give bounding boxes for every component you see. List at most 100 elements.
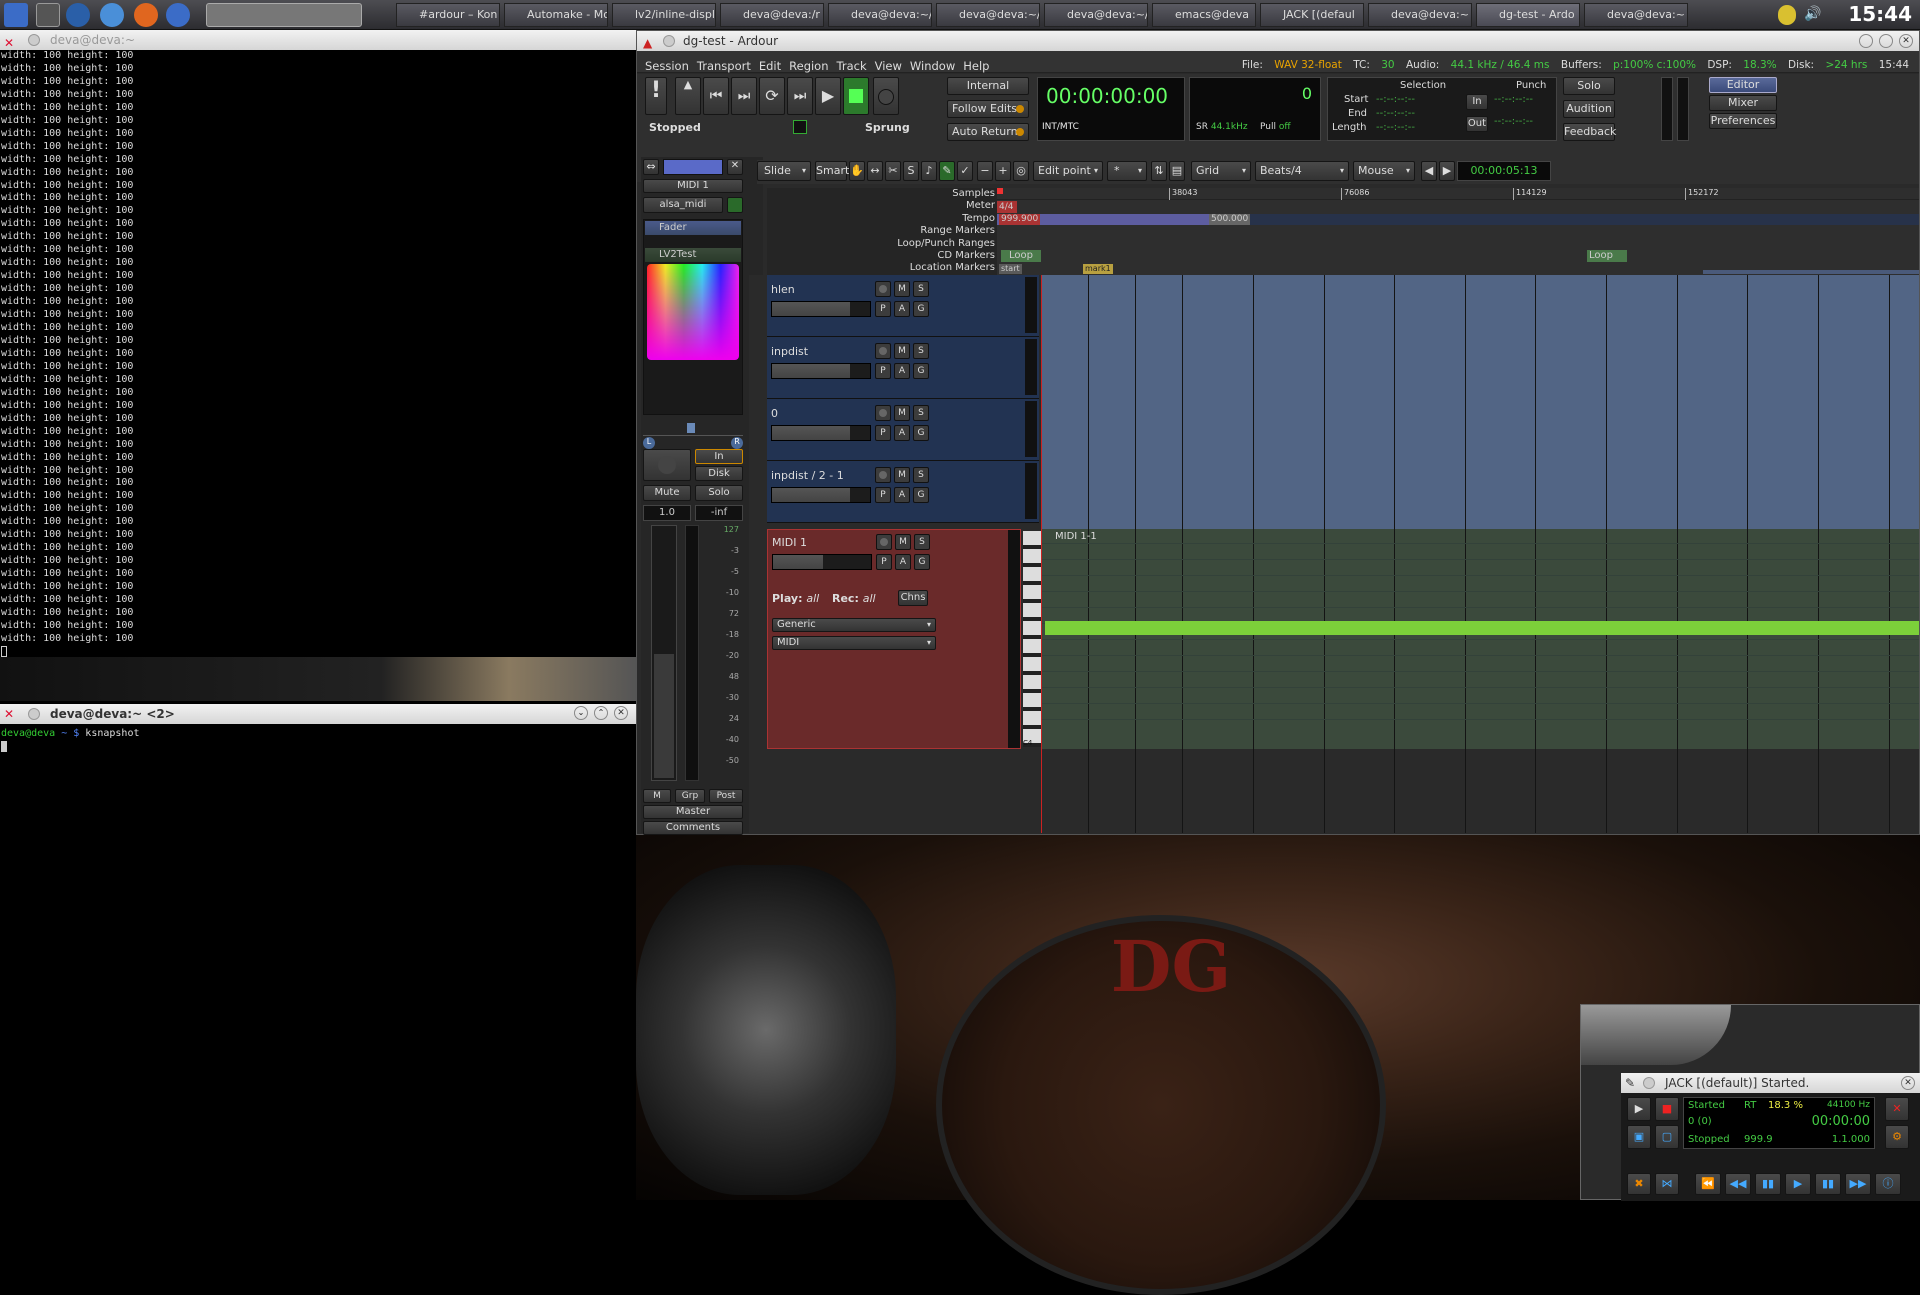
taskbar-task[interactable]: deva@deva:~	[1368, 3, 1472, 27]
pan-handle[interactable]	[687, 423, 695, 433]
taskbar-task[interactable]: dg-test - Ardo	[1476, 3, 1580, 27]
auto-return-button[interactable]: Auto Return	[947, 123, 1029, 141]
track-name[interactable]: 0	[771, 407, 778, 420]
cut-tool-icon[interactable]: ✂	[885, 161, 901, 181]
start-clock[interactable]: --:--:--:--	[1376, 94, 1415, 105]
post-button[interactable]: Post	[709, 789, 743, 803]
nudge-clock[interactable]: 00:00:05:13	[1457, 161, 1551, 181]
audio-tracks-canvas[interactable]	[1041, 275, 1919, 529]
goto-end-button[interactable]: ⏭	[731, 77, 757, 115]
track-name[interactable]: inpdist	[771, 345, 808, 358]
zoom-focus-dropdown[interactable]: * ▾	[1107, 161, 1147, 181]
record-button[interactable]	[873, 77, 899, 115]
punch-out-button[interactable]: Out	[1466, 116, 1488, 132]
fader-processor[interactable]: Fader	[645, 221, 741, 235]
notification-icon[interactable]	[1778, 5, 1796, 25]
mixer-button[interactable]: Mixer	[1709, 95, 1777, 111]
length-clock[interactable]: --:--:--:--	[1376, 122, 1415, 133]
rec-enable-button[interactable]	[875, 405, 891, 421]
samples-ruler[interactable]	[997, 188, 1919, 200]
goto-start-button[interactable]: ⏮	[703, 77, 729, 115]
lv2test-plugin[interactable]: LV2Test	[645, 248, 741, 262]
taskbar-task[interactable]: JACK [(defaul	[1260, 3, 1364, 27]
content-tool-icon[interactable]: ✓	[957, 161, 973, 181]
snap-mode-dropdown[interactable]: Mouse ▾	[1353, 161, 1415, 181]
solo-button[interactable]: S	[914, 534, 930, 550]
nudge-backward-icon[interactable]: ◀	[1421, 161, 1437, 181]
piano-roll-keyboard[interactable]: C4	[1023, 531, 1041, 747]
jack-session-button[interactable]: ▢	[1655, 1125, 1679, 1149]
draw-tool-icon[interactable]: ✎	[939, 161, 955, 181]
mute-button[interactable]: M	[894, 405, 910, 421]
shrink-tracks-icon[interactable]: ⇅	[1151, 161, 1167, 181]
editor-button[interactable]: Editor	[1709, 77, 1777, 93]
minimize-icon[interactable]: ⌄	[574, 706, 588, 720]
midi-note[interactable]	[1045, 621, 1919, 635]
track-name[interactable]: inpdist / 2 - 1	[771, 469, 844, 482]
smart-mode-button[interactable]: Smart	[815, 161, 849, 181]
ruler-canvas[interactable]: 38043 76086 114129 152172 4/4 999.900 500.0…	[997, 188, 1919, 276]
taskbar-task[interactable]: Automake - Mo	[504, 3, 608, 27]
snap-dropdown[interactable]: Beats/4 ▾	[1255, 161, 1349, 181]
midi-track-name[interactable]: MIDI 1	[772, 536, 807, 549]
panic-button[interactable]: !	[645, 77, 667, 115]
panner[interactable]: L R	[643, 423, 743, 449]
terminal-2-titlebar[interactable]: ✕ deva@deva:~ <2> ⌄ ⌃ ✕	[0, 704, 636, 724]
audition-tool-icon[interactable]: ♪	[921, 161, 937, 181]
mute-button[interactable]: M	[894, 343, 910, 359]
settings-launcher-icon[interactable]	[166, 3, 190, 27]
jack-connect-button[interactable]: ✖	[1627, 1173, 1651, 1195]
gain-fader[interactable]	[651, 525, 677, 781]
primary-clock[interactable]: 00:00:00:00 INT/MTC	[1037, 77, 1185, 141]
zoom-session-icon[interactable]: ◎	[1013, 161, 1029, 181]
solo-button[interactable]: S	[913, 467, 929, 483]
shuttle-mode[interactable]: Sprung	[865, 121, 910, 134]
window-menu-icon[interactable]	[1643, 1077, 1655, 1089]
taskbar-task[interactable]: deva@deva:/r	[720, 3, 824, 27]
rec-enable-button[interactable]	[875, 281, 891, 297]
visible-tracks-icon[interactable]: ▤	[1169, 161, 1185, 181]
jack-patchbay-button[interactable]: ⋈	[1655, 1173, 1679, 1195]
terminal-launcher-icon[interactable]	[36, 3, 60, 27]
playlist-button[interactable]: P	[875, 301, 891, 317]
jack-setup-button[interactable]: ⚙	[1885, 1125, 1909, 1149]
strip-name-button[interactable]: MIDI 1	[643, 179, 743, 193]
group-button[interactable]: G	[913, 301, 929, 317]
strip-close-button[interactable]: ✕	[727, 159, 743, 175]
gain-display[interactable]: 1.0	[643, 505, 691, 521]
rec-enable-button[interactable]	[875, 467, 891, 483]
automation-button[interactable]: A	[894, 363, 910, 379]
playlist-button[interactable]: P	[876, 554, 892, 570]
gain-slider[interactable]	[771, 487, 871, 503]
secondary-clock[interactable]: 0 SR 44.1kHz Pull off	[1189, 77, 1321, 141]
strip-rec-button[interactable]	[643, 449, 691, 481]
midi-gain-slider[interactable]	[772, 554, 872, 570]
audio-track-header[interactable]: inpdist M S P A G	[767, 337, 1039, 399]
range-tool-icon[interactable]: ↔	[867, 161, 883, 181]
playhead-marker[interactable]	[997, 188, 1003, 194]
desktop-pager[interactable]	[206, 3, 362, 27]
tempo-marker-1[interactable]: 999.900	[999, 214, 1041, 225]
audio-track-header[interactable]: hlen M S P A G	[767, 275, 1039, 337]
midi-track-header[interactable]: MIDI 1 M S P A G Play: all Rec: all Chns…	[767, 529, 1021, 749]
solo-button[interactable]: S	[913, 405, 929, 421]
zoom-out-icon[interactable]: −	[977, 161, 993, 181]
window-menu-icon[interactable]	[28, 708, 40, 720]
solo-indicator-button[interactable]: Solo	[1563, 77, 1615, 95]
meter-point-button[interactable]: M	[643, 789, 671, 803]
comments-button[interactable]: Comments	[643, 821, 743, 835]
loop-button[interactable]: ⟳	[759, 77, 785, 115]
start-marker[interactable]: start	[999, 264, 1022, 274]
monitor-disk-button[interactable]: Disk	[695, 466, 743, 481]
automation-button[interactable]: A	[895, 554, 911, 570]
close-icon[interactable]: ✕	[1901, 1076, 1915, 1090]
play-button[interactable]: ▶	[815, 77, 841, 115]
volume-icon[interactable]: 🔊	[1804, 6, 1826, 24]
nudge-forward-icon[interactable]: ▶	[1439, 161, 1455, 181]
peak-display[interactable]: -inf	[695, 505, 743, 521]
automation-button[interactable]: A	[894, 487, 910, 503]
punch-in-button[interactable]: In	[1466, 94, 1488, 110]
gain-slider[interactable]	[771, 425, 871, 441]
preferences-button[interactable]: Preferences	[1709, 113, 1777, 129]
audio-track-header[interactable]: inpdist / 2 - 1 MS PAG	[767, 461, 1039, 523]
